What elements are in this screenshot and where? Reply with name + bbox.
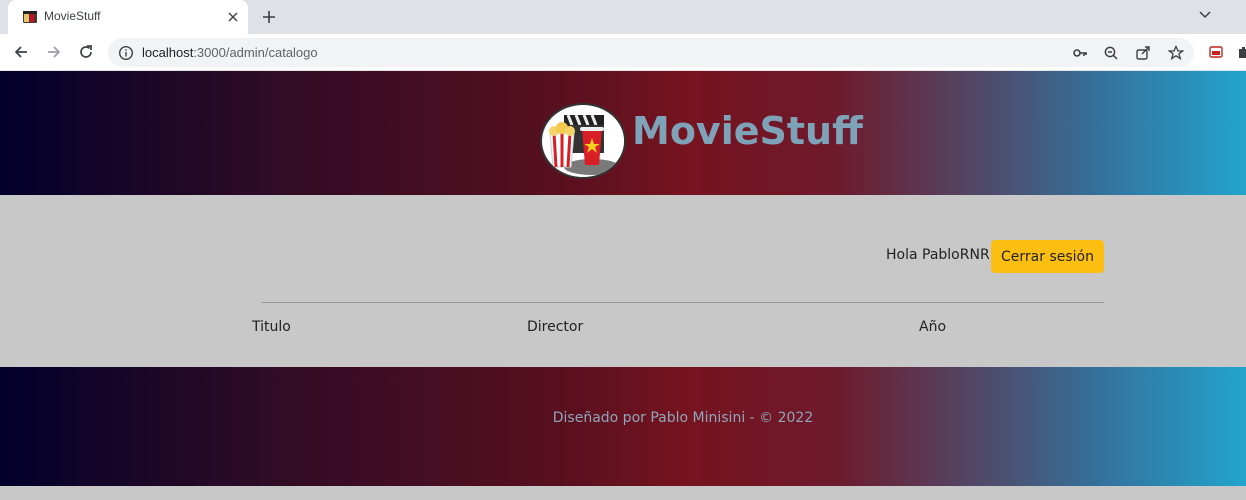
column-header-year: Año [919, 319, 947, 335]
tab-title: MovieStuff [44, 9, 101, 23]
site-header: MovieStuff [0, 71, 1246, 195]
zoom-out-icon[interactable] [1101, 43, 1121, 63]
extensions-puzzle-icon[interactable] [1232, 40, 1246, 64]
chevron-down-icon[interactable] [1194, 4, 1216, 26]
column-header-title: Titulo [252, 319, 291, 335]
tab-media-icon[interactable] [1204, 40, 1228, 64]
bookmark-star-icon[interactable] [1166, 43, 1186, 63]
browser-toolbar: localhost:3000/admin/catalogo [0, 34, 1246, 71]
user-greeting: Hola PabloRNR! [886, 247, 996, 263]
logout-button[interactable]: Cerrar sesión [991, 240, 1104, 273]
forward-icon[interactable] [42, 40, 66, 64]
share-icon[interactable] [1133, 43, 1153, 63]
site-brand[interactable]: MovieStuff [632, 109, 863, 153]
column-header-director: Director [527, 319, 584, 335]
divider [262, 302, 1104, 303]
close-tab-icon[interactable] [224, 8, 242, 26]
footer-credits: Diseñado por Pablo Minisini - © 2022 [552, 410, 814, 426]
browser-tabstrip: MovieStuff [0, 0, 1246, 34]
url-text: localhost:3000/admin/catalogo [142, 45, 318, 60]
back-icon[interactable] [9, 40, 33, 64]
address-bar[interactable]: localhost:3000/admin/catalogo [108, 38, 1194, 67]
key-icon[interactable] [1070, 43, 1090, 63]
reload-icon[interactable] [74, 40, 98, 64]
site-footer: Diseñado por Pablo Minisini - © 2022 [0, 367, 1246, 486]
popcorn-clapper-icon [543, 106, 624, 177]
admin-catalog-main: Hola PabloRNR! Cerrar sesión Titulo Dire… [0, 195, 1246, 367]
new-tab-icon[interactable] [258, 6, 280, 28]
moviestuff-logo [540, 103, 626, 179]
moviestuff-favicon-icon [23, 11, 37, 23]
site-info-icon[interactable] [118, 45, 134, 61]
page-bottom-background [0, 486, 1246, 500]
browser-tab[interactable]: MovieStuff [8, 0, 248, 34]
